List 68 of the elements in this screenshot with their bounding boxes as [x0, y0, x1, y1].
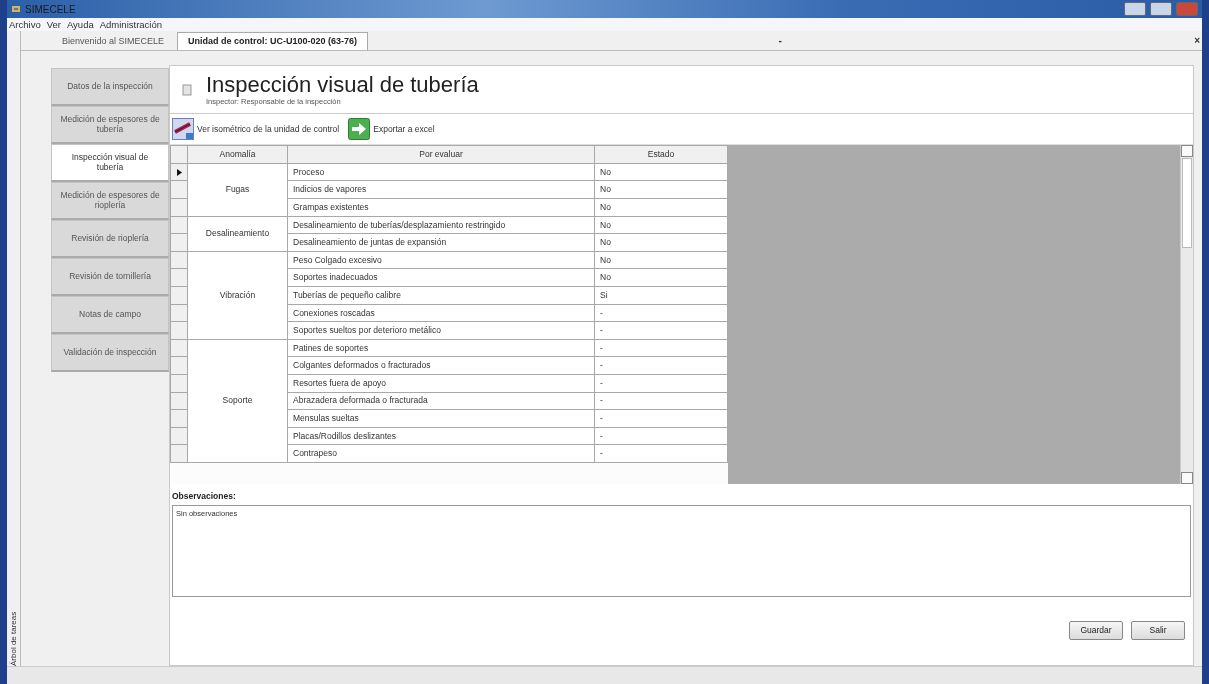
status-cell[interactable]: -	[594, 444, 728, 463]
status-cell[interactable]: Si	[594, 286, 728, 305]
section-tab[interactable]: Inspección visual de tubería	[51, 144, 169, 182]
status-cell[interactable]: No	[594, 198, 728, 217]
status-cell[interactable]: -	[594, 321, 728, 340]
item-cell: Soportes inadecuados	[287, 268, 595, 287]
save-button[interactable]: Guardar	[1069, 621, 1123, 640]
status-cell[interactable]: -	[594, 304, 728, 322]
item-cell: Tuberías de pequeño calibre	[287, 286, 595, 305]
item-cell: Conexiones roscadas	[287, 304, 595, 322]
item-cell: Colgantes deformados o fracturados	[287, 356, 595, 375]
status-cell[interactable]: No	[594, 163, 728, 181]
item-cell: Desalineamiento de tuberías/desplazamiento restringido	[287, 216, 595, 234]
section-tab[interactable]: Datos de la inspección	[51, 68, 169, 106]
status-cell[interactable]: -	[594, 392, 728, 410]
app-icon	[11, 4, 21, 14]
menu-item[interactable]: Administración	[99, 18, 163, 31]
minimize-tab-button[interactable]: -	[776, 33, 784, 48]
column-header: Por evaluar	[287, 145, 595, 164]
scrollbar[interactable]	[1180, 145, 1193, 485]
column-header: Anomalía	[187, 145, 288, 164]
column-header: Estado	[594, 145, 728, 164]
status-cell[interactable]: -	[594, 339, 728, 357]
item-cell: Grampas existentes	[287, 198, 595, 217]
menu-item[interactable]: Archivo	[9, 18, 41, 31]
item-cell: Contrapeso	[287, 444, 595, 463]
menu-item[interactable]: Ver	[46, 18, 61, 31]
item-cell: Proceso	[287, 163, 595, 181]
status-cell[interactable]: -	[594, 427, 728, 445]
menu-item[interactable]: Ayuda	[66, 18, 94, 31]
item-cell: Patines de soportes	[287, 339, 595, 357]
status-cell[interactable]: No	[594, 268, 728, 287]
side-panel-tab[interactable]: Árbol de tareas	[7, 35, 20, 666]
minimize-button[interactable]	[1124, 2, 1146, 16]
pipe-icon[interactable]	[172, 118, 194, 141]
status-cell[interactable]: No	[594, 251, 728, 269]
status-cell[interactable]: -	[594, 374, 728, 393]
close-tab-button[interactable]: ×	[1192, 33, 1202, 48]
section-tab[interactable]: Revisión de tornillería	[51, 258, 169, 296]
maximize-button[interactable]	[1150, 2, 1172, 16]
page-title: Inspección visual de tubería	[206, 74, 479, 96]
status-cell[interactable]: No	[594, 180, 728, 199]
status-cell[interactable]: No	[594, 233, 728, 252]
item-cell: Peso Colgado excesivo	[287, 251, 595, 269]
current-row-icon	[176, 168, 182, 176]
document-tab[interactable]: Unidad de control: UC-U100-020 (63-76)	[177, 31, 369, 50]
item-cell: Soportes sueltos por deterioro metálico	[287, 321, 595, 340]
status-cell[interactable]: -	[594, 356, 728, 375]
exit-button[interactable]: Salir	[1131, 621, 1185, 640]
section-tab[interactable]: Medición de espesores de rioplería	[51, 182, 169, 220]
item-cell: Desalineamiento de juntas de expansión	[287, 233, 595, 252]
item-cell: Mensulas sueltas	[287, 409, 595, 428]
section-tab[interactable]: Notas de campo	[51, 296, 169, 334]
observations-label: Observaciones:	[171, 490, 237, 504]
section-tab[interactable]: Validación de inspección	[51, 334, 169, 372]
item-cell: Resortes fuera de apoyo	[287, 374, 595, 393]
item-cell: Indicios de vapores	[287, 180, 595, 199]
toolbar-link[interactable]: Exportar a excel	[373, 122, 435, 136]
section-tab[interactable]: Medición de espesores de tubería	[51, 106, 169, 144]
document-tab[interactable]: Bienvenido al SIMECELE	[51, 31, 176, 50]
toolbar-link[interactable]: Ver isométrico de la unidad de control	[197, 122, 340, 136]
status-cell[interactable]: -	[594, 409, 728, 428]
section-tab[interactable]: Revisión de rioplería	[51, 220, 169, 258]
item-cell: Placas/Rodillos deslizantes	[287, 427, 595, 445]
status-cell[interactable]: No	[594, 216, 728, 234]
window-title: SIMECELE	[25, 2, 76, 17]
item-cell: Abrazadera deformada o fracturada	[287, 392, 595, 410]
document-icon	[182, 84, 192, 96]
